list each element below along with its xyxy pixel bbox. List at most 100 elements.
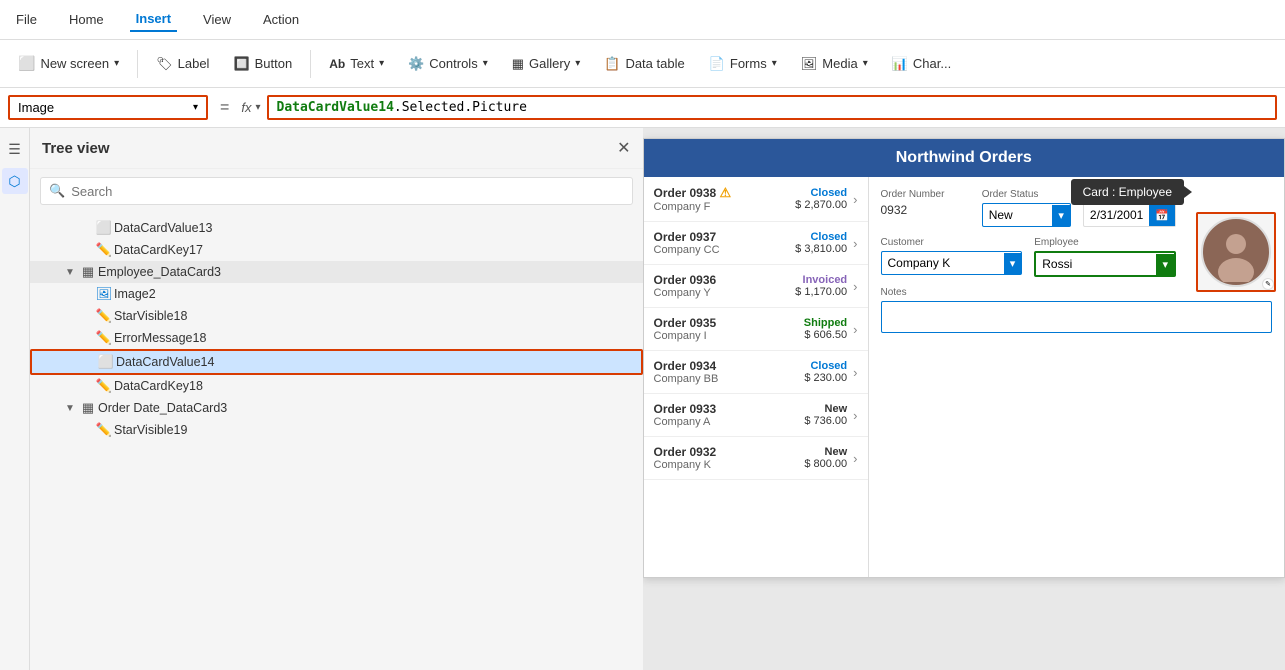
gallery-button[interactable]: ▦ Gallery ▾ [502,51,591,77]
charts-icon: 📊 [892,56,908,72]
order-status: Closed [804,360,847,372]
formula-name-box[interactable]: Image ▾ [8,95,208,120]
label-button[interactable]: 🏷 Label [146,51,219,77]
tree-item-datacardvalue14[interactable]: ⬜ DataCardValue14 [30,349,643,375]
chevron-right-icon: › [853,365,857,380]
forms-button[interactable]: 📄 Forms ▾ [699,51,787,77]
order-item-0935[interactable]: Order 0935 Company I Shipped $ 606.50 › [644,308,868,351]
controls-button[interactable]: ⚙️ Controls ▾ [398,51,498,77]
button-icon: 🔲 [233,56,249,72]
search-input[interactable] [71,184,623,199]
customer-label: Customer [881,237,1023,248]
order-item-0938[interactable]: Order 0938 ⚠ Company F Closed $ 2,870.00… [644,177,868,222]
order-item-0936[interactable]: Order 0936 Company Y Invoiced $ 1,170.00… [644,265,868,308]
fx-label: fx [241,100,251,115]
customer-value: Company K [882,252,1004,274]
employee-select[interactable]: Rossi ▾ [1034,251,1176,277]
form-area: Card : Employee ✎ [869,177,1285,577]
media-icon: 🖼 [801,56,818,72]
pencil-icon: ✏️ [94,422,114,438]
order-number: Order 0938 ⚠ [654,185,790,201]
field-icon: ⬜ [94,220,114,236]
status-dropdown-icon[interactable]: ▾ [1052,205,1070,226]
order-status-value: New [983,204,1053,226]
sidebar: ☰ ⬡ Tree view ✕ 🔍 ⬜ DataCardValue13 [0,128,643,670]
form-row-3: Notes [881,287,1273,333]
pencil-icon: ✏️ [94,308,114,324]
formula-highlight: DataCardValue14 [277,100,394,115]
order-item-0934[interactable]: Order 0934 Company BB Closed $ 230.00 › [644,351,868,394]
charts-button[interactable]: 📊 Char... [882,51,961,77]
chevron-right-icon: › [853,408,857,423]
order-number-field: Order Number 0932 [881,189,970,227]
app-header: Northwind Orders [644,139,1285,177]
employee-image-area[interactable]: ✎ [1196,212,1276,292]
label-icon: 🏷 [156,56,173,72]
tree-item-employee-datacard3[interactable]: ▼ ▦ Employee_DataCard3 [30,261,643,283]
sidebar-header: Tree view ✕ [30,128,643,169]
tooltip: Card : Employee [1071,179,1184,205]
paid-date-input[interactable]: 2/31/2001 📅 [1083,203,1176,227]
tooltip-arrow [1184,186,1192,198]
tree-item-starvisible19[interactable]: ✏️ StarVisible19 [30,419,643,441]
order-company: Company K [654,459,799,471]
employee-label: Employee [1034,237,1176,248]
notes-input[interactable] [881,301,1273,333]
button-button[interactable]: 🔲 Button [223,51,302,77]
order-number-label: Order Number [881,189,970,200]
tree-item-image2[interactable]: 🖼 Image2 [30,283,643,305]
text-chevron-icon: ▾ [379,58,384,69]
menu-action[interactable]: Action [257,8,305,31]
order-amount: $ 606.50 [804,329,847,341]
text-button[interactable]: Ab Text ▾ [319,51,394,76]
chevron-down-icon: ▾ [114,58,119,69]
text-icon: Ab [329,57,345,71]
media-button[interactable]: 🖼 Media ▾ [791,51,878,77]
app-title: Northwind Orders [896,149,1032,166]
menu-home[interactable]: Home [63,8,110,31]
tree-label: DataCardValue13 [114,221,635,235]
datatable-button[interactable]: 📋 Data table [594,51,694,77]
new-screen-button[interactable]: ⬜ New screen ▾ [8,50,129,77]
toolbar-divider-1 [137,50,138,78]
menu-insert[interactable]: Insert [130,7,177,32]
chevron-right-icon: › [853,192,857,207]
fx-dropdown-icon[interactable]: ▾ [255,102,260,113]
tree-item-errormessage18[interactable]: ✏️ ErrorMessage18 [30,327,643,349]
order-company: Company A [654,416,799,428]
order-item-0937[interactable]: Order 0937 Company CC Closed $ 3,810.00 … [644,222,868,265]
tooltip-text: Card : Employee [1083,185,1172,199]
order-number: Order 0934 [654,359,799,373]
gallery-chevron-icon: ▾ [575,58,580,69]
customer-dropdown-icon[interactable]: ▾ [1004,253,1022,274]
menu-view[interactable]: View [197,8,237,31]
tree-item-orderdate-datacard3[interactable]: ▼ ▦ Order Date_DataCard3 [30,397,643,419]
order-status-select[interactable]: New ▾ [982,203,1071,227]
card-icon: ▦ [78,264,98,280]
tree-item-datacardkey18[interactable]: ✏️ DataCardKey18 [30,375,643,397]
menu-file[interactable]: File [10,8,43,31]
order-company: Company F [654,201,790,213]
order-status: Closed [795,231,847,243]
chevron-right-icon: › [853,451,857,466]
close-button[interactable]: ✕ [617,138,630,158]
order-number: Order 0936 [654,273,790,287]
calendar-icon[interactable]: 📅 [1149,205,1175,226]
formula-input[interactable]: DataCardValue14.Selected.Picture [267,95,1278,120]
search-box[interactable]: 🔍 [40,177,633,205]
tree-label: Order Date_DataCard3 [98,401,635,415]
tree-label: DataCardKey17 [114,243,635,257]
tree-item-datacardvalue13[interactable]: ⬜ DataCardValue13 [30,217,643,239]
order-number: Order 0932 [654,445,799,459]
customer-select[interactable]: Company K ▾ [881,251,1023,275]
layers-icon[interactable]: ⬡ [2,168,28,194]
notes-field: Notes [881,287,1273,333]
order-item-0933[interactable]: Order 0933 Company A New $ 736.00 › [644,394,868,437]
media-chevron-icon: ▾ [863,58,868,69]
tree-item-datacardkey17[interactable]: ✏️ DataCardKey17 [30,239,643,261]
hamburger-icon[interactable]: ☰ [2,136,28,162]
tree-item-starvisible18[interactable]: ✏️ StarVisible18 [30,305,643,327]
employee-dropdown-icon[interactable]: ▾ [1156,254,1174,275]
order-amount: $ 736.00 [804,415,847,427]
order-item-0932[interactable]: Order 0932 Company K New $ 800.00 › [644,437,868,480]
